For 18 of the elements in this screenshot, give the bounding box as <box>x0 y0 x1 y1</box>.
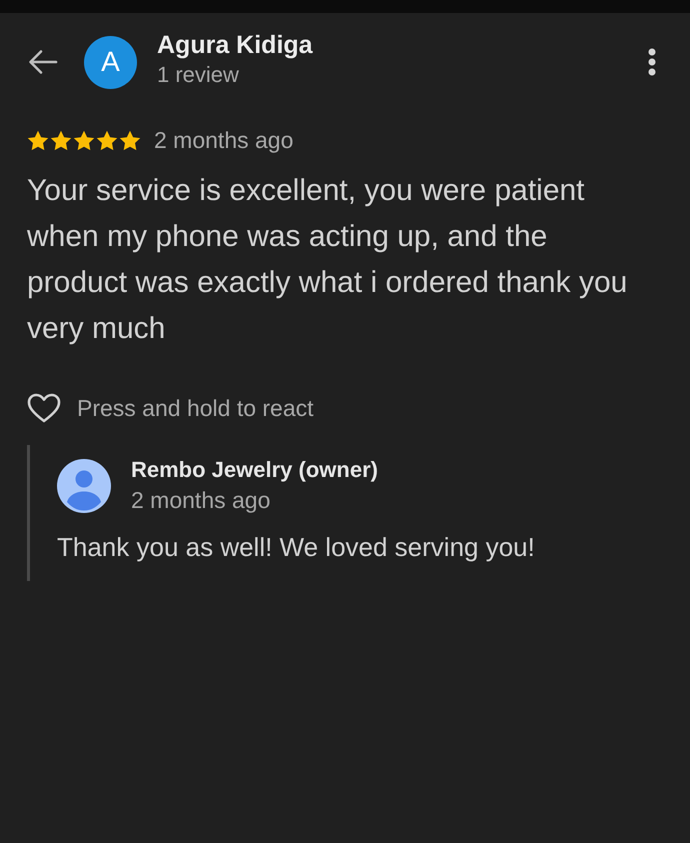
person-avatar-icon <box>57 458 111 512</box>
review-text: Your service is excellent, you were patient when my phone was acting up, and the product was exactly what i ordered thank you very much <box>27 173 628 347</box>
react-hint: Press and hold to react <box>77 394 314 422</box>
star-icon <box>27 130 49 151</box>
avatar: A <box>84 36 137 88</box>
star-icon <box>96 130 118 151</box>
reply-date: 2 months ago <box>131 487 272 514</box>
back-arrow-icon <box>28 49 58 75</box>
star-icon <box>73 130 95 151</box>
star-icon <box>50 130 72 151</box>
more-options-icon <box>648 48 656 76</box>
owner-name: Rembo Jewelry (owner) <box>131 457 378 483</box>
review-date: 2 months ago <box>154 127 294 154</box>
reviewer-name: Agura Kidiga <box>157 30 314 60</box>
reply-text: Thank you as well! We loved serving you! <box>57 532 536 563</box>
heart-icon[interactable] <box>27 393 61 423</box>
review-count: 1 review <box>157 62 240 88</box>
star-icon <box>119 130 141 151</box>
